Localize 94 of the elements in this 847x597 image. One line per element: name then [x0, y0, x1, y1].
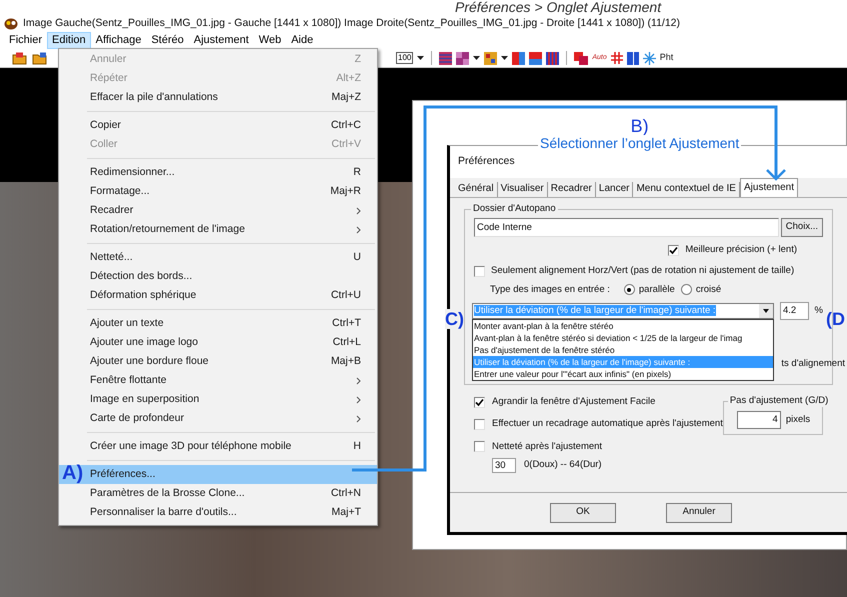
input-type-label: Type des images en entrée :: [490, 282, 610, 296]
radio-label: croisé: [696, 282, 722, 296]
checkbox[interactable]: [474, 441, 485, 452]
dropdown-option[interactable]: Avant-plan à la fenêtre stéréo si deviation < 1/25 de la largeur de l'imag: [473, 332, 773, 344]
menu-item[interactable]: Créer une image 3D pour téléphone mobile H: [59, 437, 377, 456]
deviation-field[interactable]: 4.2: [780, 302, 809, 320]
menu-bar-item[interactable]: Web: [254, 32, 286, 49]
window-title: Image Gauche(Sentz_Pouilles_IMG_01.jpg - Gauche [1441 x 1080]) Image Droite(Sentz_Pouilles_IMG_01.jpg - Droite [1441 x 1080]) (11/12): [23, 16, 680, 31]
checkbox[interactable]: [668, 244, 680, 256]
open-folder-icon[interactable]: [32, 52, 48, 64]
menu-item[interactable]: Recadrer: [59, 201, 377, 220]
menu-bar-item[interactable]: Stéréo: [146, 32, 189, 49]
menu-item[interactable]: Ajouter une image logo Ctrl+L: [59, 333, 377, 352]
step-label: A): [62, 462, 84, 484]
checkbox-label: Netteté après l'ajustement: [492, 440, 602, 454]
checkbox-label: Seulement alignement Horz/Vert (pas de rotation ni ajustement de taille): [491, 264, 794, 278]
chevron-right-icon: [356, 414, 361, 422]
zoom-field[interactable]: 100: [396, 52, 414, 64]
grid-square-icon[interactable]: [484, 52, 498, 64]
menu-item[interactable]: Paramètres de la Brosse Clone... Ctrl+N: [59, 484, 377, 503]
dialog-button[interactable]: OK: [550, 502, 616, 522]
dialog-tab[interactable]: Général: [455, 182, 498, 197]
app-logo-icon: [4, 18, 18, 30]
caption-text: Préférences > Onglet Ajustement: [455, 0, 662, 15]
step-field[interactable]: 4: [736, 411, 781, 429]
menu-item[interactable]: Rotation/retournement de l'image: [59, 220, 377, 239]
caret-down-icon[interactable]: [759, 304, 773, 318]
menu-item[interactable]: Effacer la pile d'annulations Maj+Z: [59, 88, 377, 107]
menu-item[interactable]: Fenêtre flottante: [59, 371, 377, 390]
menu-item[interactable]: Carte de profondeur: [59, 409, 377, 428]
dialog-tab[interactable]: Ajustement: [740, 178, 798, 197]
radio-label: parallèle: [638, 282, 675, 296]
caret-down-icon[interactable]: [501, 56, 508, 60]
checkered-square-icon[interactable]: [456, 52, 470, 64]
autopano-field[interactable]: Code Interne: [474, 218, 779, 237]
step-unit: pixels: [786, 412, 810, 427]
sharpness-field[interactable]: 30: [492, 458, 516, 473]
open-folder-icon[interactable]: [12, 52, 28, 64]
menu-bar-item[interactable]: Affichage: [90, 32, 146, 49]
menu-item[interactable]: Netteté... U: [59, 248, 377, 267]
bars-icon[interactable]: [546, 52, 560, 64]
text-tool[interactable]: Pht: [660, 51, 674, 65]
split-square-icon[interactable]: [512, 52, 526, 64]
caret-down-icon[interactable]: [417, 56, 424, 60]
checkbox[interactable]: [474, 266, 485, 277]
menu-item[interactable]: Redimensionner... R: [59, 163, 377, 182]
dialog-title: Préférences: [458, 154, 515, 170]
caret-down-icon[interactable]: [473, 56, 480, 60]
menu-bar-item[interactable]: Fichier: [4, 32, 48, 49]
dialog-tab[interactable]: Recadrer: [548, 182, 596, 197]
chevron-right-icon: [356, 206, 361, 214]
chevron-right-icon: [356, 396, 361, 404]
checkbox-label: Meilleure précision (+ lent): [685, 243, 797, 257]
checkbox[interactable]: [474, 396, 485, 408]
radio-button[interactable]: [624, 284, 635, 296]
menu-item[interactable]: Ajouter une bordure floue Maj+B: [59, 352, 377, 371]
percent-unit: %: [814, 304, 823, 318]
menu-item[interactable]: Ajouter un texte Ctrl+T: [59, 314, 377, 333]
step-instruction: Sélectionner l’onglet Ajustement: [538, 135, 742, 151]
snowflake-icon[interactable]: [642, 52, 656, 64]
dialog-tab[interactable]: Visualiser: [498, 182, 548, 197]
checkbox-label: Effectuer un recadrage automatique après l'ajustement: [492, 417, 723, 432]
step-label: (D: [826, 309, 845, 329]
sharpness-range: 0(Doux) -- 64(Dur): [524, 458, 602, 472]
hash-icon[interactable]: [610, 52, 623, 64]
menu-item[interactable]: Détection des bords...: [59, 267, 377, 286]
dialog-tab[interactable]: Lancer: [596, 182, 634, 197]
overlap-squares-icon[interactable]: [574, 52, 588, 64]
chevron-right-icon: [356, 376, 361, 384]
step-label: C): [445, 309, 464, 329]
choose-button[interactable]: Choix...: [780, 218, 823, 237]
striped-square-icon[interactable]: [439, 52, 452, 64]
menu-item[interactable]: Image en superposition: [59, 390, 377, 409]
dropdown-option[interactable]: Pas d'ajustement de la fenêtre stéréo: [473, 344, 773, 356]
radio-button[interactable]: [680, 284, 692, 296]
group-title: Dossier d'Autopano: [471, 203, 558, 215]
menu-bar-item[interactable]: Edition: [47, 32, 91, 49]
partial-option-label: ts d'alignement: [781, 356, 845, 371]
menu-item[interactable]: Déformation sphérique Ctrl+U: [59, 286, 377, 305]
split-square-icon[interactable]: [626, 52, 639, 64]
chevron-right-icon: [356, 226, 361, 234]
menu-bar-item[interactable]: Aide: [286, 32, 318, 49]
menu-item[interactable]: Copier Ctrl+C: [59, 116, 377, 135]
dialog-button[interactable]: Annuler: [666, 502, 732, 522]
dropdown-option[interactable]: Monter avant-plan à la fenêtre stéréo: [473, 320, 773, 332]
dropdown-option[interactable]: Entrer une valeur pour l'"écart aux infinis" (en pixels): [473, 368, 773, 380]
menu-bar-item[interactable]: Ajustement: [188, 32, 254, 49]
group-title: Pas d'ajustement (G/D): [728, 395, 830, 407]
checkbox[interactable]: [474, 418, 485, 430]
checkbox-label: Agrandir la fenêtre d'Ajustement Facile: [492, 395, 656, 409]
split-square-icon[interactable]: [529, 52, 542, 64]
menu-item[interactable]: Formatage... Maj+R: [59, 182, 377, 201]
step-label: B): [630, 117, 649, 135]
menu-item[interactable]: Personnaliser la barre d'outils... Maj+T: [59, 503, 377, 522]
